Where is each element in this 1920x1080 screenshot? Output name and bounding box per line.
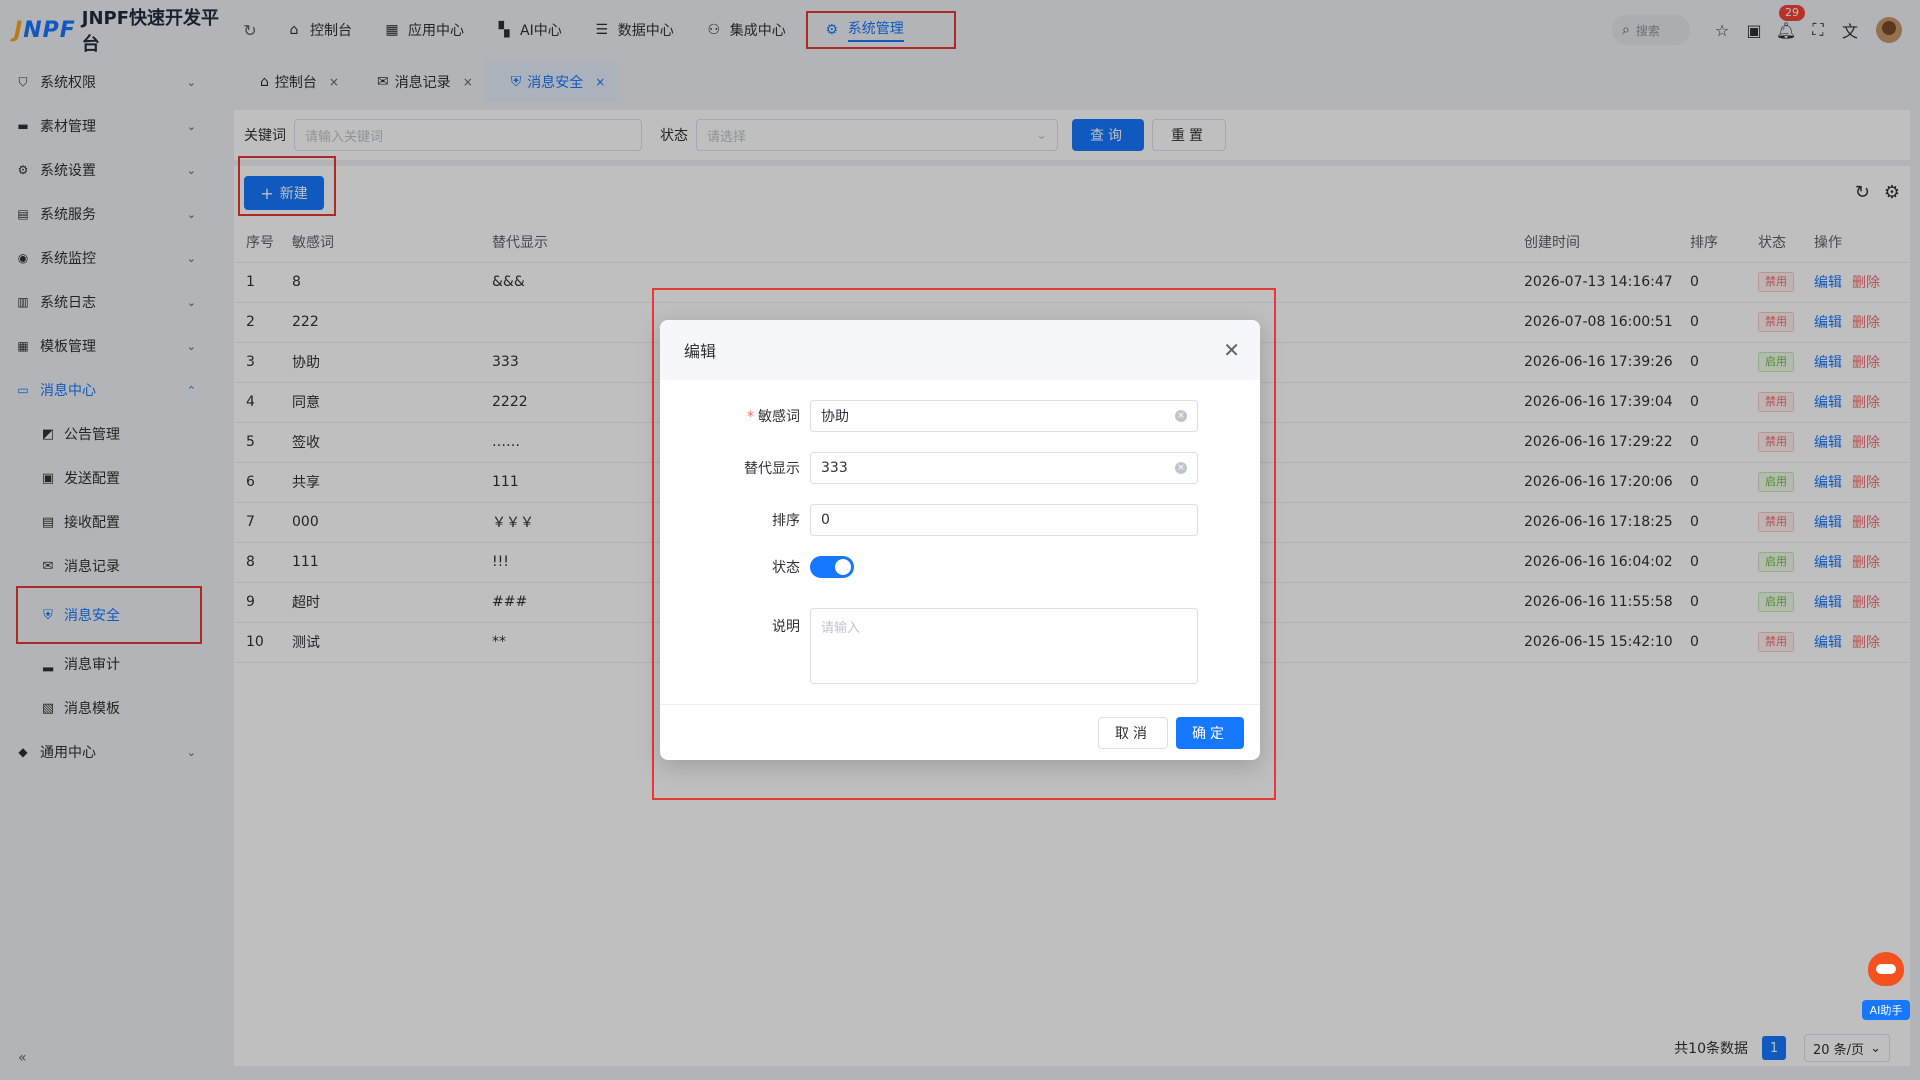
status-switch[interactable] [810, 556, 854, 578]
sort-label: 排序 [772, 513, 800, 529]
form-row-word: * 敏感词 协助 × [660, 400, 1260, 432]
status-label: 状态 [772, 560, 800, 576]
form-row-replace: 替代显示 333 × [660, 452, 1260, 484]
dialog-title: 编辑 [684, 342, 717, 361]
edit-dialog: 编辑 ✕ * 敏感词 协助 × 替代显示 333 × 排序 0 状态 说明 请输入 取… [660, 320, 1260, 760]
ai-helper-label: AI助手 [1862, 1000, 1910, 1020]
cancel-button[interactable]: 取消 [1098, 716, 1168, 749]
word-label: * 敏感词 [747, 409, 800, 425]
form-row-status: 状态 [660, 556, 1260, 578]
dialog-footer: 取消 确定 [660, 704, 1260, 760]
form-row-desc: 说明 请输入 [660, 608, 1260, 684]
dialog-header: 编辑 ✕ [660, 320, 1260, 380]
desc-label: 说明 [772, 619, 800, 635]
sort-input[interactable]: 0 [810, 504, 1198, 536]
clear-icon[interactable]: × [1175, 462, 1187, 474]
replace-label: 替代显示 [744, 461, 800, 477]
robot-icon [1868, 952, 1904, 986]
form-row-sort: 排序 0 [660, 504, 1260, 536]
confirm-button[interactable]: 确定 [1176, 716, 1244, 749]
desc-textarea[interactable]: 请输入 [810, 608, 1198, 684]
replace-input[interactable]: 333 × [810, 452, 1198, 484]
word-input[interactable]: 协助 × [810, 400, 1198, 432]
ai-helper-button[interactable]: AI助手 [1862, 952, 1910, 1022]
clear-icon[interactable]: × [1175, 410, 1187, 422]
required-mark: * [747, 409, 754, 425]
close-icon[interactable]: ✕ [1223, 338, 1240, 362]
